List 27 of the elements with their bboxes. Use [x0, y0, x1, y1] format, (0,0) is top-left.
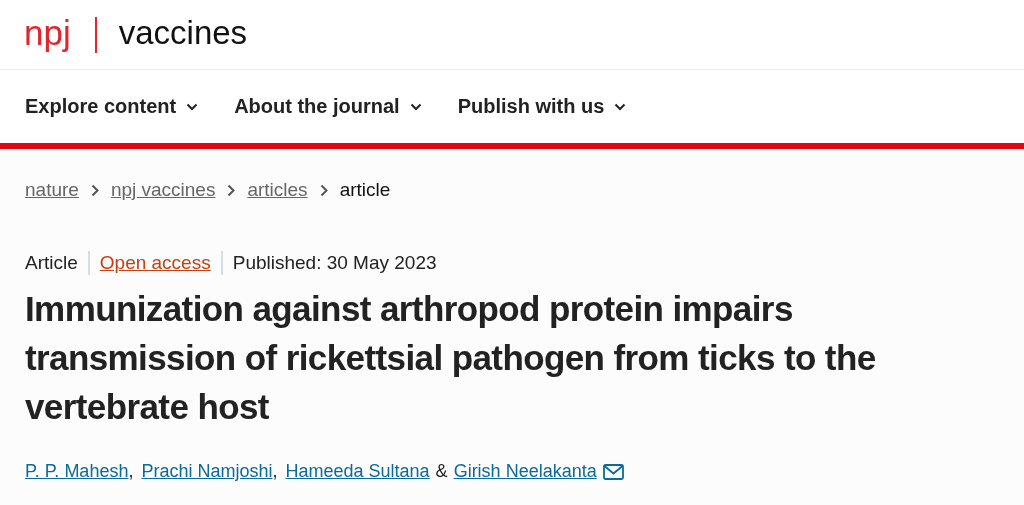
- author-separator: &: [435, 461, 448, 482]
- nav-menu-button[interactable]: Explore content: [25, 95, 199, 118]
- author-separator: ,: [272, 461, 278, 482]
- author-link[interactable]: Hameeda Sultana: [285, 461, 430, 482]
- breadcrumb-current: article: [339, 179, 391, 201]
- journal-logo-npj[interactable]: npj: [24, 15, 71, 54]
- chevron-right-icon: [227, 183, 236, 197]
- open-access-link[interactable]: Open access: [99, 252, 211, 274]
- nav-menu-button[interactable]: Publish with us: [457, 95, 627, 118]
- chevron-down-icon: [409, 102, 422, 111]
- envelope-icon[interactable]: [602, 463, 624, 480]
- article-type: Article: [25, 252, 78, 274]
- article-title: Immunization against arthropod protein impairs transmission of rickettsial pathogen from ticks to the vertebrate host: [25, 288, 877, 428]
- journal-name[interactable]: vaccines: [118, 16, 248, 53]
- chevron-right-icon: [319, 183, 328, 197]
- author-link[interactable]: Girish Neelakanta: [453, 461, 624, 482]
- author-separator: ,: [128, 461, 134, 482]
- published-date: Published: 30 May 2023: [232, 252, 437, 274]
- chevron-down-icon: [614, 102, 627, 111]
- breadcrumb-link[interactable]: npj vaccines: [110, 179, 216, 201]
- author-link[interactable]: Prachi Namjoshi: [141, 461, 273, 482]
- chevron-right-icon: [90, 183, 99, 197]
- author-link[interactable]: P. P. Mahesh: [25, 461, 129, 482]
- breadcrumb-link[interactable]: articles: [247, 179, 308, 201]
- nav-menu-button[interactable]: About the journal: [234, 95, 422, 118]
- chevron-down-icon: [186, 102, 199, 111]
- breadcrumb-link[interactable]: nature: [25, 179, 79, 201]
